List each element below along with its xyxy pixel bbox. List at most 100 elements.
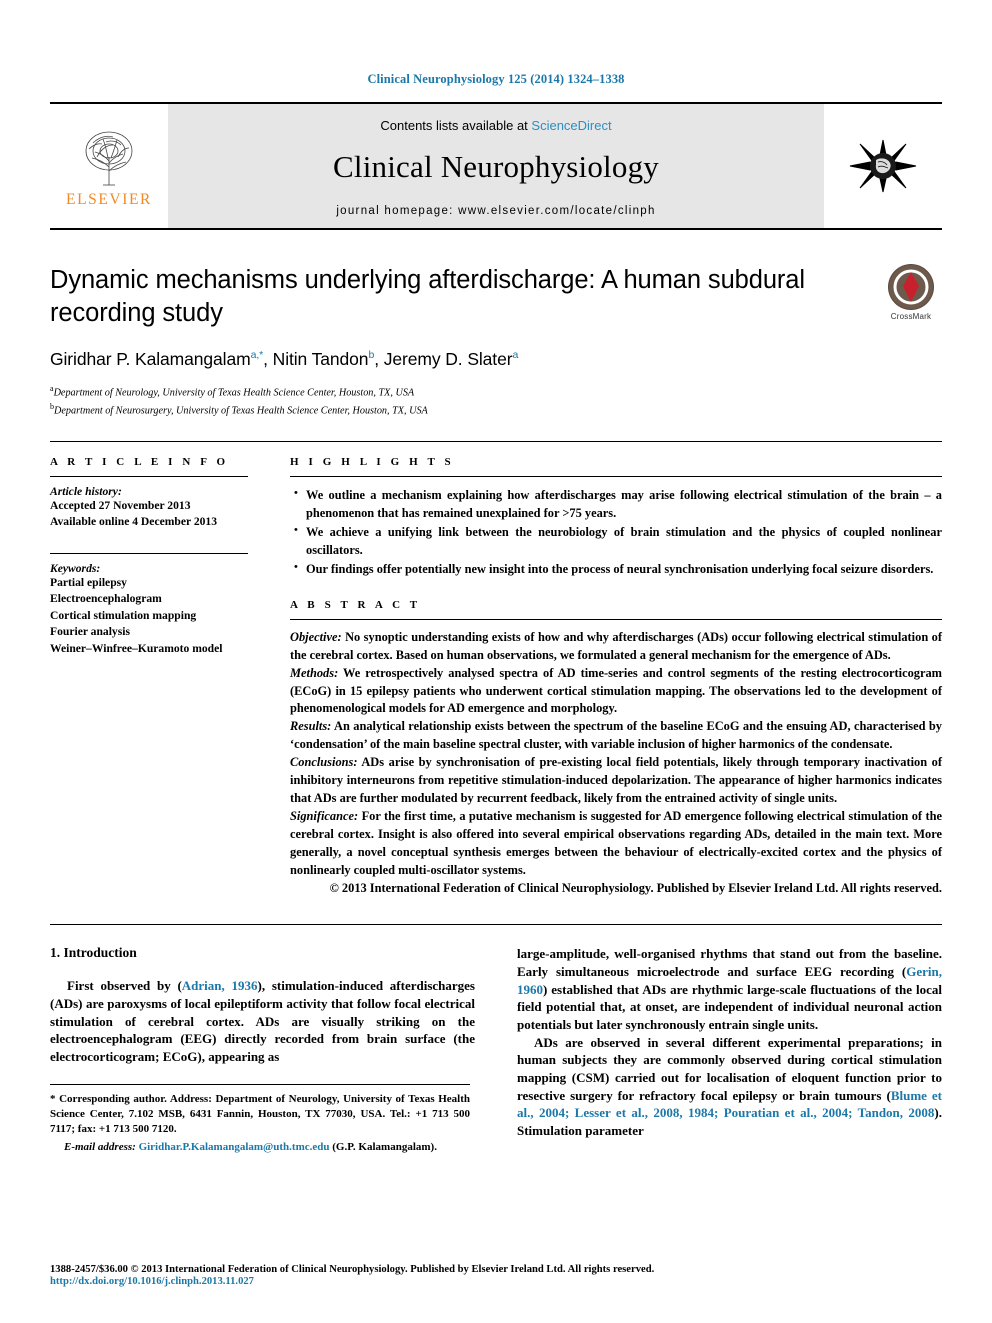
article-info-column: A R T I C L E I N F O Article history: A… [50, 456, 282, 898]
journal-masthead: ELSEVIER Contents lists available at Sci… [50, 102, 942, 230]
running-head: Clinical Neurophysiology 125 (2014) 1324… [367, 72, 625, 86]
body-columns: 1. Introduction First observed by (Adria… [50, 945, 942, 1155]
sciencedirect-link[interactable]: ScienceDirect [531, 118, 611, 133]
abstract-section: Objective: No synoptic understanding exi… [290, 629, 942, 665]
elsevier-tree-icon [85, 131, 133, 186]
email-note: E-mail address: Giridhar.P.Kalamangalam@… [50, 1140, 470, 1155]
keyword-item: Weiner–Winfree–Kuramoto model [50, 641, 223, 655]
contents-available-line: Contents lists available at ScienceDirec… [380, 118, 611, 133]
journal-homepage[interactable]: journal homepage: www.elsevier.com/locat… [336, 205, 655, 217]
abstract-heading-wrap: A B S T R A C T [290, 599, 942, 620]
abstract-section: Results: An analytical relationship exis… [290, 718, 942, 754]
section-heading-introduction: 1. Introduction [50, 945, 137, 961]
author-name: Giridhar P. Kalamangalam [50, 349, 251, 370]
abstract-section-label: Methods: [290, 665, 339, 680]
author-item: Jeremy D. Slatera [383, 349, 519, 370]
author-list: Giridhar P. Kalamangalama,*, Nitin Tando… [50, 349, 519, 370]
keyword-item: Cortical stimulation mapping [50, 608, 197, 622]
article-history-line: Accepted 27 November 2013 [50, 499, 191, 512]
keyword-item: Electroencephalogram [50, 592, 162, 606]
highlights-abstract-column: H I G H L I G H T S We outline a mechani… [282, 456, 942, 898]
abstract-section: Conclusions: ADs arise by synchronisatio… [290, 754, 942, 808]
elsevier-wordmark: ELSEVIER [66, 191, 152, 208]
author-affiliation-mark: a,* [250, 349, 264, 362]
author-name: Nitin Tandon [272, 349, 369, 370]
highlights-list: We outline a mechanism explaining how af… [290, 485, 942, 579]
paragraph-text: ADs are observed in several different ex… [517, 1034, 942, 1103]
abstract-section-label: Significance: [290, 809, 359, 824]
article-history: Article history: Accepted 27 November 20… [50, 485, 248, 531]
email-suffix: (G.P. Kalamangalam). [329, 1140, 437, 1153]
abstract-rule [290, 618, 942, 620]
abstract-section-label: Results: [290, 719, 332, 734]
journal-article-page: Clinical Neurophysiology 125 (2014) 1324… [0, 0, 992, 1323]
abstract-section-text: We retrospectively analysed spectra of A… [290, 665, 942, 716]
article-history-label: Article history: [50, 485, 122, 498]
affiliation-text: Department of Neurosurgery, University o… [54, 405, 428, 417]
abstract-section: Methods: We retrospectively analysed spe… [290, 665, 942, 719]
doi-link[interactable]: http://dx.doi.org/10.1016/j.clinph.2013.… [50, 1276, 942, 1287]
article-info-heading: A R T I C L E I N F O [50, 456, 229, 468]
abstract-section: Significance: For the first time, a puta… [290, 808, 942, 880]
author-affiliation-mark: a [512, 349, 519, 362]
abstract-section-text: ADs arise by synchronisation of pre-exis… [290, 755, 942, 806]
highlights-heading: H I G H L I G H T S [290, 456, 455, 468]
body-paragraph: First observed by (Adrian, 1936), stimul… [50, 977, 475, 1065]
abstract-section-text: An analytical relationship exists betwee… [290, 719, 942, 752]
keywords-rule [50, 552, 248, 554]
body-paragraph: large-amplitude, well-organised rhythms … [517, 945, 942, 1033]
body-column-right: large-amplitude, well-organised rhythms … [517, 945, 942, 1155]
list-item: We achieve a unifying link between the n… [294, 522, 942, 559]
abstract-section-label: Objective: [290, 629, 342, 644]
keywords-block: Keywords: Partial epilepsy Electroenceph… [50, 562, 248, 657]
affiliation-text: Department of Neurology, University of T… [53, 387, 415, 399]
email-label: E-mail address: [64, 1140, 136, 1153]
abstract-heading: A B S T R A C T [290, 598, 421, 611]
title-block: Dynamic mechanisms underlying afterdisch… [50, 264, 942, 419]
crossmark-badge[interactable]: CrossMark [880, 264, 942, 321]
info-divider [50, 441, 942, 442]
paragraph-text: large-amplitude, well-organised rhythms … [517, 946, 942, 979]
affiliation-item: aDepartment of Neurology, University of … [50, 383, 832, 401]
abstract-section-text: For the first time, a putative mechanism… [290, 809, 942, 878]
journal-title: Clinical Neurophysiology [333, 148, 659, 184]
paragraph-text: First observed by ( [67, 978, 182, 994]
citation-link[interactable]: Adrian, 1936 [182, 978, 258, 993]
abstract-copyright: © 2013 International Federation of Clini… [329, 881, 942, 896]
journal-cover-thumbnail [824, 104, 942, 228]
author-name: Jeremy D. Slater [383, 349, 513, 370]
masthead-center: Contents lists available at ScienceDirec… [168, 104, 824, 228]
page-footer: 1388-2457/$36.00 © 2013 International Fe… [50, 1264, 942, 1287]
crossmark-icon [888, 264, 934, 310]
corresponding-author-note: * Corresponding author. Address: Departm… [50, 1092, 470, 1136]
abstract-section-text: No synoptic understanding exists of how … [290, 629, 942, 662]
body-column-left: 1. Introduction First observed by (Adria… [50, 945, 475, 1155]
crossmark-label: CrossMark [890, 312, 932, 321]
keyword-item: Partial epilepsy [50, 575, 127, 589]
contents-prefix: Contents lists available at [380, 117, 532, 133]
list-item: We outline a mechanism explaining how af… [294, 485, 942, 522]
list-item: Our findings offer potentially new insig… [294, 559, 942, 578]
author-item: Giridhar P. Kalamangalama,* [50, 349, 263, 369]
keyword-item: Fourier analysis [50, 625, 130, 639]
publisher-logo: ELSEVIER [50, 104, 168, 228]
highlights-rule [290, 476, 942, 477]
author-affiliation-mark: b [368, 349, 375, 362]
page-title: Dynamic mechanisms underlying afterdisch… [50, 266, 805, 327]
email-link[interactable]: Giridhar.P.Kalamangalam@uth.tmc.edu [139, 1141, 330, 1153]
article-history-line: Available online 4 December 2013 [50, 515, 218, 529]
footnote-block: * Corresponding author. Address: Departm… [50, 1083, 470, 1156]
affiliation-list: aDepartment of Neurology, University of … [50, 383, 832, 419]
affiliation-item: bDepartment of Neurosurgery, University … [50, 401, 832, 419]
brain-compass-icon [849, 139, 917, 193]
author-item: Nitin Tandonb [273, 349, 375, 369]
info-highlights-region: A R T I C L E I N F O Article history: A… [50, 456, 942, 898]
abstract-body: Objective: No synoptic understanding exi… [290, 629, 942, 899]
body-divider [50, 924, 942, 926]
abstract-section-label: Conclusions: [290, 755, 358, 770]
article-info-rule [50, 476, 248, 477]
keywords-label: Keywords: [50, 561, 101, 575]
body-paragraph: ADs are observed in several different ex… [517, 1034, 942, 1140]
issn-copyright: 1388-2457/$36.00 © 2013 International Fe… [50, 1264, 655, 1275]
paragraph-text: ) established that ADs are rhythmic larg… [517, 981, 942, 1032]
